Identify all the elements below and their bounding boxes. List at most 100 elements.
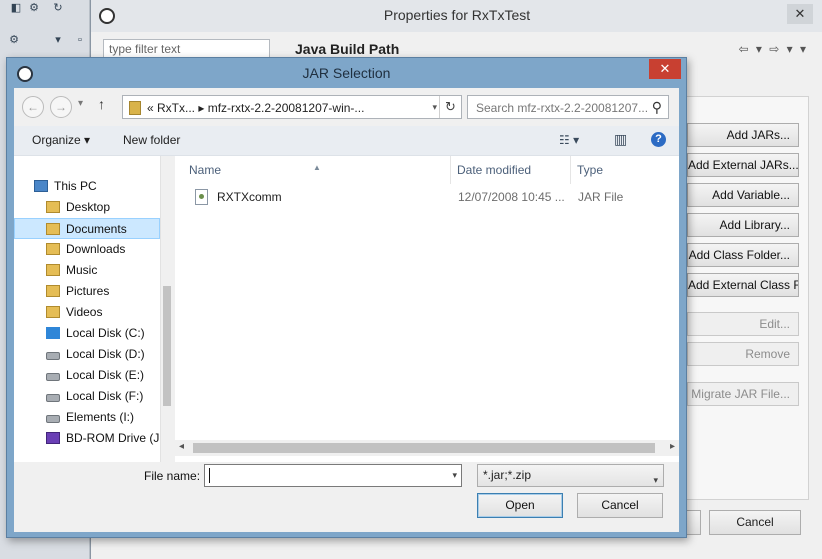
nav-item-bd-rom[interactable]: BD-ROM Drive (J xyxy=(14,428,160,449)
maximize-icon[interactable]: ▫ xyxy=(72,32,88,48)
column-header-name[interactable]: Name ▲ xyxy=(175,156,451,184)
new-folder-button[interactable]: New folder xyxy=(123,133,180,147)
nav-item-downloads[interactable]: Downloads xyxy=(14,239,160,260)
cancel-button[interactable]: Cancel xyxy=(577,493,663,518)
organize-menu[interactable]: Organize ▾ xyxy=(32,133,90,147)
column-header-type[interactable]: Type xyxy=(571,156,679,184)
add-external-jars-button[interactable]: Add External JARs... xyxy=(687,153,799,177)
disk-icon xyxy=(46,394,60,402)
add-jars-button[interactable]: Add JARs... xyxy=(687,123,799,147)
horizontal-scrollbar[interactable]: ◂ ▸ xyxy=(175,440,679,456)
nav-item-label: Pictures xyxy=(66,284,110,298)
nav-item-videos[interactable]: Videos xyxy=(14,302,160,323)
search-icon[interactable]: ⚲ xyxy=(652,99,662,116)
nav-item-local-disk-f[interactable]: Local Disk (F:) xyxy=(14,386,160,407)
navpane-scrollbar[interactable] xyxy=(160,156,172,462)
chevron-down-icon[interactable]: ▾ xyxy=(452,470,457,481)
nav-item-label: Local Disk (F:) xyxy=(66,389,144,403)
properties-title: Properties for RxTxTest xyxy=(383,7,531,23)
folder-icon xyxy=(46,264,60,276)
toolbar-icon[interactable]: ⚙ xyxy=(6,32,22,48)
nav-item-local-disk-e[interactable]: Local Disk (E:) xyxy=(14,365,160,386)
nav-item-label: Desktop xyxy=(66,200,111,214)
folder-icon xyxy=(46,243,60,255)
add-external-class-folder-button[interactable]: Add External Class Folder... xyxy=(687,273,799,297)
file-name-cell: RXTXcomm xyxy=(217,190,282,204)
address-bar[interactable]: « RxTx... ▸ mfz-rxtx-2.2-20081207-win-..… xyxy=(122,95,462,119)
nav-item-label: Local Disk (E:) xyxy=(66,368,145,382)
toolbar-icon[interactable]: ◧ xyxy=(8,0,24,16)
scroll-left-icon[interactable]: ◂ xyxy=(179,441,184,452)
nav-item-label: Local Disk (C:) xyxy=(66,326,145,340)
refresh-icon[interactable]: ↻ xyxy=(439,96,461,118)
folder-icon xyxy=(46,285,60,297)
toolbar-icon[interactable]: ⚙ xyxy=(26,0,42,16)
pc-icon xyxy=(34,180,48,192)
nav-item-local-disk-c[interactable]: Local Disk (C:) xyxy=(14,323,160,344)
add-variable-button[interactable]: Add Variable... xyxy=(687,183,799,207)
file-name-label: File name: xyxy=(144,469,201,483)
nav-item-label: Downloads xyxy=(66,242,126,256)
nav-item-this-pc[interactable]: This PC xyxy=(14,176,160,197)
filter-input[interactable]: type filter text xyxy=(103,39,270,59)
nav-item-label: Music xyxy=(66,263,98,277)
refresh-icon[interactable]: ↻ xyxy=(50,0,66,16)
search-input[interactable]: Search mfz-rxtx-2.2-20081207... ⚲ xyxy=(467,95,669,119)
nav-item-label: Local Disk (D:) xyxy=(66,347,145,361)
text-caret xyxy=(209,468,210,483)
nav-item-pictures[interactable]: Pictures xyxy=(14,281,160,302)
properties-close-button[interactable]: ✕ xyxy=(787,4,813,24)
add-library-button[interactable]: Add Library... xyxy=(687,213,799,237)
remove-button[interactable]: Remove xyxy=(687,342,799,366)
sort-ascending-icon: ▲ xyxy=(313,163,321,172)
disk-icon xyxy=(46,373,60,381)
up-icon[interactable]: ↑ xyxy=(98,96,105,112)
folder-icon xyxy=(46,223,60,235)
preview-pane-icon[interactable]: ▥ xyxy=(614,131,627,148)
page-heading: Java Build Path xyxy=(295,41,400,57)
file-name-input[interactable]: ▾ xyxy=(204,464,462,487)
back-icon[interactable]: ← xyxy=(22,96,44,118)
scrollbar-thumb[interactable] xyxy=(163,286,171,406)
nav-item-elements-i[interactable]: Elements (I:) xyxy=(14,407,160,428)
breadcrumb[interactable]: « RxTx... ▸ mfz-rxtx-2.2-20081207-win-..… xyxy=(147,101,364,115)
nav-item-documents[interactable]: Documents xyxy=(14,218,160,239)
folder-icon xyxy=(129,101,141,115)
recent-locations-icon[interactable]: ▾ xyxy=(78,98,83,109)
folder-icon xyxy=(46,306,60,318)
nav-item-label: Documents xyxy=(66,222,127,236)
migrate-jar-button[interactable]: Migrate JAR File... xyxy=(687,382,799,406)
file-type-filter-value: *.jar;*.zip xyxy=(483,468,532,482)
nav-item-label: BD-ROM Drive (J xyxy=(66,431,160,445)
add-class-folder-button[interactable]: Add Class Folder... xyxy=(687,243,799,267)
scroll-right-icon[interactable]: ▸ xyxy=(670,441,675,452)
chevron-down-icon: ▾ xyxy=(653,475,658,485)
windows-disk-icon xyxy=(46,327,60,339)
jar-close-button[interactable]: ✕ xyxy=(649,59,681,79)
properties-cancel-button[interactable]: Cancel xyxy=(709,510,801,535)
file-list: Name ▲ Date modified Type RXTXcomm 12/07… xyxy=(175,156,679,462)
edit-button[interactable]: Edit... xyxy=(687,312,799,336)
disk-icon xyxy=(46,415,60,423)
nav-item-desktop[interactable]: Desktop xyxy=(14,197,160,218)
column-label: Name xyxy=(189,163,222,177)
forward-icon[interactable]: → xyxy=(50,96,72,118)
navigation-pane: This PC Desktop Documents Downloads Musi… xyxy=(14,156,172,462)
chevron-down-icon[interactable]: ▾ xyxy=(432,102,437,113)
help-icon[interactable]: ? xyxy=(651,132,666,147)
search-placeholder: Search mfz-rxtx-2.2-20081207... xyxy=(476,101,649,115)
nav-item-local-disk-d[interactable]: Local Disk (D:) xyxy=(14,344,160,365)
file-type-filter-select[interactable]: *.jar;*.zip ▾ xyxy=(477,464,664,487)
nav-item-music[interactable]: Music xyxy=(14,260,160,281)
column-header-date-modified[interactable]: Date modified xyxy=(451,156,571,184)
jar-selection-dialog: JAR Selection ✕ ← → ▾ ↑ « RxTx... ▸ mfz-… xyxy=(6,57,687,538)
scrollbar-thumb[interactable] xyxy=(193,443,655,453)
view-options-icon[interactable]: ☷ ▾ xyxy=(559,133,579,147)
bd-rom-icon xyxy=(46,432,60,444)
jar-dialog-client: ← → ▾ ↑ « RxTx... ▸ mfz-rxtx-2.2-2008120… xyxy=(14,88,679,532)
folder-icon xyxy=(46,201,60,213)
chevron-down-icon[interactable]: ▾ xyxy=(50,32,66,48)
file-row[interactable]: RXTXcomm 12/07/2008 10:45 ... JAR File xyxy=(175,186,679,208)
open-button[interactable]: Open xyxy=(477,493,563,518)
history-nav-icons[interactable]: ⇦ ▾ ⇨ ▾ ▾ xyxy=(738,42,808,56)
